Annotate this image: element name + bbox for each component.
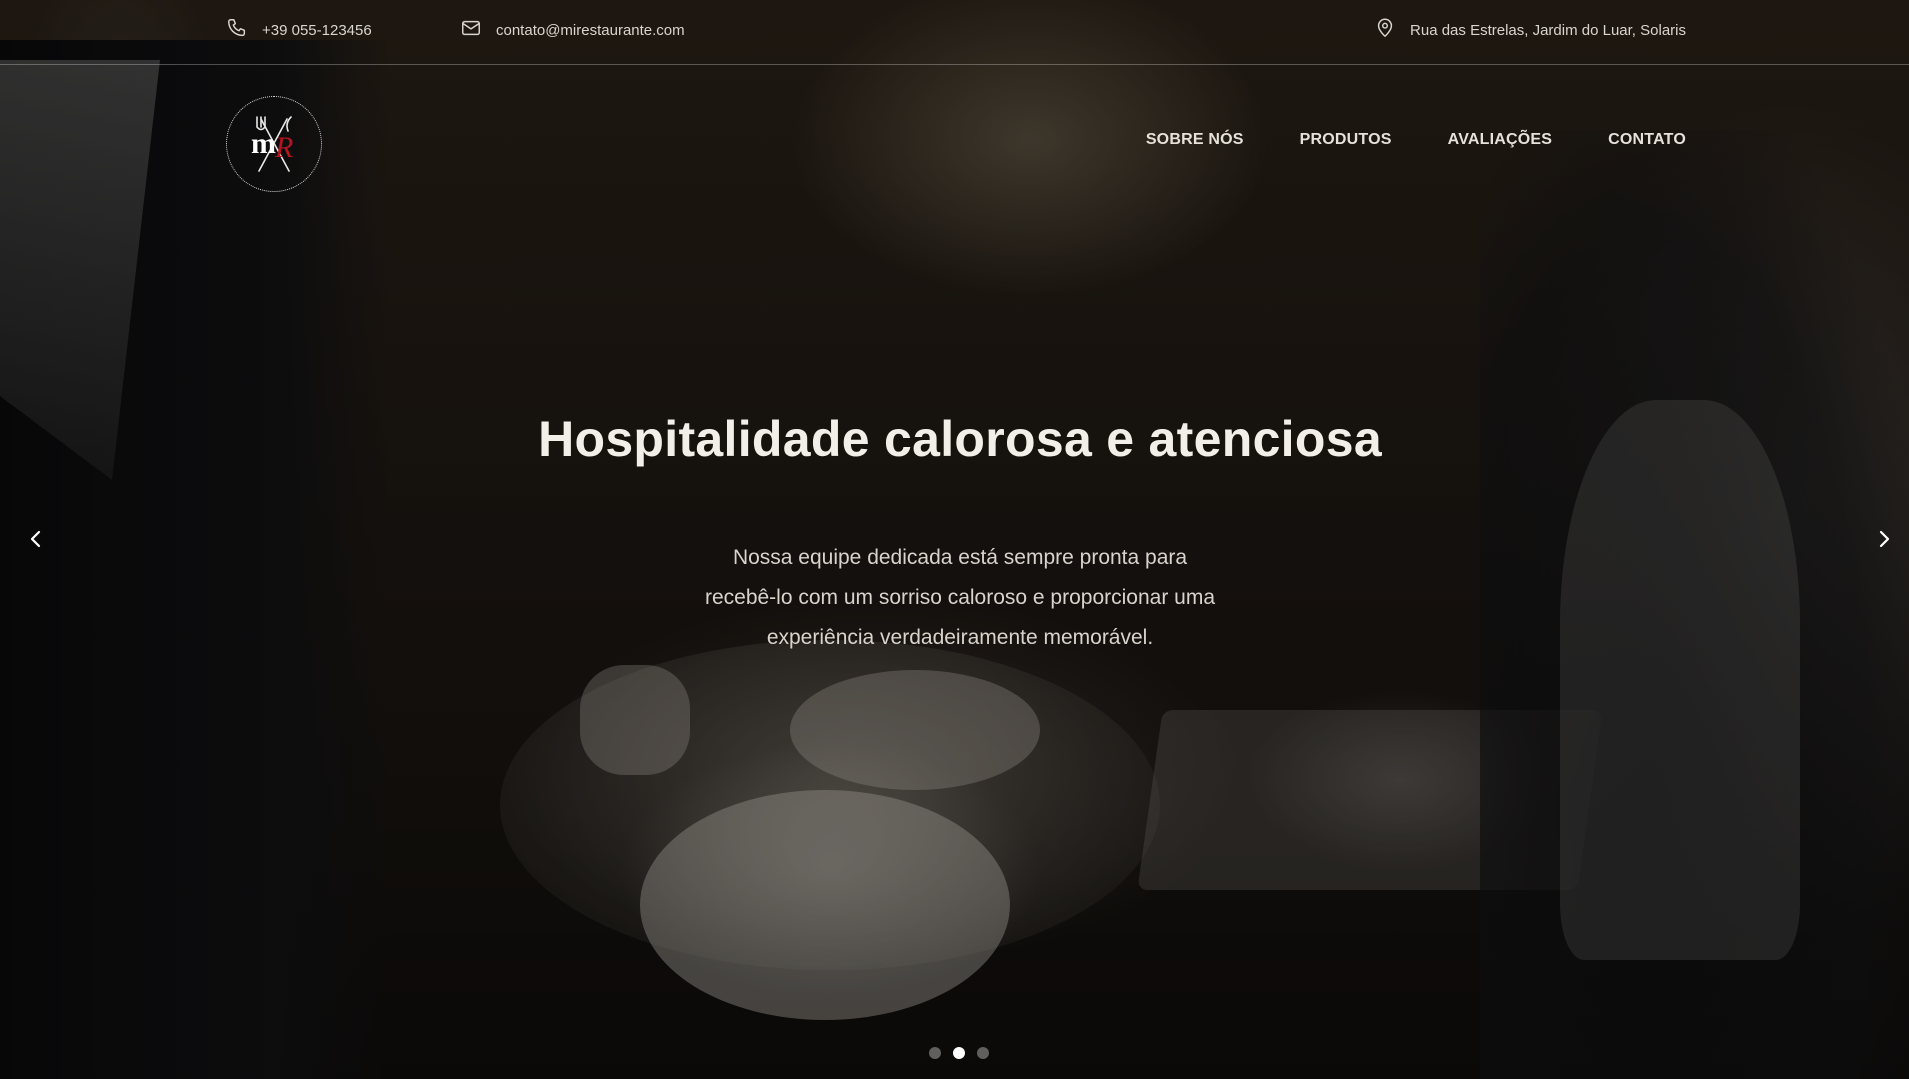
slide-description: Nossa equipe dedicada está sempre pronta… <box>704 546 1216 649</box>
logo-letter-m: m <box>251 127 276 160</box>
logo-mark: m R <box>251 116 293 172</box>
top-contact-bar: +39 055-123456 contato@mirestaurante.com… <box>0 0 1909 65</box>
restaurant-logo[interactable]: m R <box>226 96 322 192</box>
slider-pagination <box>929 1047 989 1059</box>
mail-icon <box>460 17 482 43</box>
nav-item-produtos[interactable]: PRODUTOS <box>1300 131 1392 149</box>
main-nav: SOBRE NÓS PRODUTOS AVALIAÇÕES CONTATO <box>1146 131 1686 149</box>
slide-headline: Hospitalidade calorosa e atenciosa <box>538 411 1382 467</box>
nav-item-avaliacoes[interactable]: AVALIAÇÕES <box>1448 131 1553 149</box>
contact-phone[interactable]: +39 055-123456 <box>226 17 372 43</box>
nav-item-contato[interactable]: CONTATO <box>1608 131 1686 149</box>
slider-dot-3[interactable] <box>977 1047 989 1059</box>
logo-letter-r: R <box>274 131 293 164</box>
contact-address[interactable]: Rua das Estrelas, Jardim do Luar, Solari… <box>1374 17 1686 43</box>
chevron-right-icon <box>1879 530 1890 548</box>
map-pin-icon <box>1374 17 1396 43</box>
contact-email-text: contato@mirestaurante.com <box>496 21 685 39</box>
contact-address-text: Rua das Estrelas, Jardim do Luar, Solari… <box>1410 21 1686 39</box>
contact-phone-text: +39 055-123456 <box>262 21 372 39</box>
slider-dot-1[interactable] <box>929 1047 941 1059</box>
slider-next-button[interactable] <box>1870 525 1898 553</box>
chevron-left-icon <box>30 530 41 548</box>
phone-icon <box>226 17 248 43</box>
hero-slider: +39 055-123456 contato@mirestaurante.com… <box>0 0 1909 1079</box>
slider-dot-2[interactable] <box>953 1047 965 1059</box>
nav-item-sobre-nos[interactable]: SOBRE NÓS <box>1146 131 1244 149</box>
slider-prev-button[interactable] <box>22 525 50 553</box>
contact-email[interactable]: contato@mirestaurante.com <box>460 17 685 43</box>
